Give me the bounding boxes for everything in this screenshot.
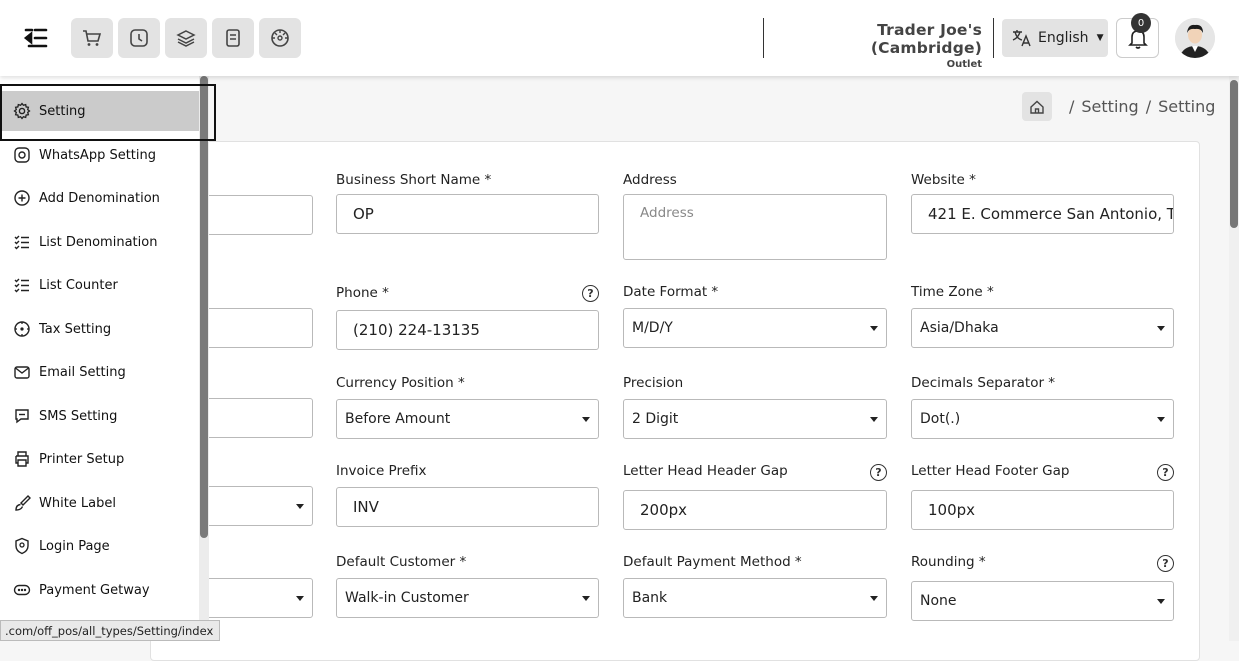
receipt-icon[interactable]	[212, 18, 254, 58]
plus-circle-icon	[14, 190, 30, 206]
menu-collapse-icon[interactable]	[23, 26, 49, 50]
whatsapp-icon	[14, 147, 30, 163]
sidebar-item-list-denomination[interactable]: List Denomination	[0, 222, 199, 262]
business-short-name-input[interactable]: OP	[336, 194, 599, 234]
printer-icon	[15, 451, 29, 467]
rounding-select[interactable]: None	[911, 581, 1174, 621]
layers-icon[interactable]	[165, 18, 207, 58]
header-gap-help-icon[interactable]: ?	[870, 464, 887, 481]
footer-gap-help-icon[interactable]: ?	[1157, 464, 1174, 481]
address-textarea[interactable]: Address	[623, 194, 887, 260]
sidebar-item-list-counter[interactable]: List Counter	[0, 265, 199, 305]
top-bar: Trader Joe's (Cambridge) Outlet English …	[0, 0, 1239, 76]
sidebar-item-label: Email Setting	[39, 364, 126, 380]
sidebar-item-login-page[interactable]: Login Page	[0, 526, 199, 566]
sidebar-item-label: Login Page	[39, 538, 110, 554]
caret-down-icon: ▼	[1096, 33, 1104, 43]
sidebar-item-payment-getway[interactable]: Payment Getway	[0, 570, 199, 610]
status-bar-url: .com/off_pos/all_types/Setting/index	[0, 620, 221, 641]
time-zone-select[interactable]: Asia/Dhaka	[911, 308, 1174, 348]
currency-position-label: Currency Position *	[336, 375, 465, 391]
sidebar-item-label: White Label	[39, 495, 117, 511]
sidebar-item-label: Tax Setting	[39, 321, 112, 337]
phone-input[interactable]: (210) 224-13135	[336, 310, 599, 350]
sidebar-item-tax-setting[interactable]: Tax Setting	[0, 309, 199, 349]
sidebar: Setting WhatsApp Setting Add Denominatio…	[0, 76, 216, 641]
breadcrumb-separator: /	[1145, 97, 1152, 116]
default-customer-select[interactable]: Walk-in Customer	[336, 578, 599, 618]
gear-icon	[13, 102, 31, 120]
page-scrollbar-thumb[interactable]	[1230, 80, 1238, 228]
shield-icon	[15, 537, 29, 555]
sidebar-item-label: Payment Getway	[39, 582, 150, 598]
language-label: English	[1038, 30, 1089, 46]
sidebar-item-printer-setup[interactable]: Printer Setup	[0, 439, 199, 479]
sidebar-item-label: Printer Setup	[39, 451, 125, 467]
invoice-prefix-input[interactable]: INV	[336, 487, 599, 527]
settings-form-card: Business Short Name * OP Address Address…	[150, 141, 1200, 661]
sidebar-item-label: WhatsApp Setting	[39, 147, 157, 163]
business-short-name-label: Business Short Name *	[336, 172, 492, 188]
decimals-separator-select[interactable]: Dot(.)	[911, 399, 1174, 439]
avatar[interactable]	[1175, 18, 1215, 58]
brush-icon	[15, 495, 31, 511]
precision-select[interactable]: 2 Digit	[623, 399, 887, 439]
home-icon[interactable]	[1022, 92, 1052, 121]
translate-icon	[1012, 30, 1031, 47]
sidebar-item-label: List Denomination	[39, 234, 158, 250]
sidebar-scrollbar-thumb[interactable]	[200, 76, 208, 538]
list-icon	[14, 278, 29, 293]
breadcrumb-item-setting[interactable]: Setting	[1081, 97, 1138, 116]
address-label: Address	[623, 172, 677, 188]
phone-label: Phone *	[336, 285, 389, 301]
default-customer-label: Default Customer *	[336, 554, 467, 570]
rounding-label: Rounding *	[911, 554, 986, 570]
tax-icon	[14, 321, 30, 337]
letter-head-footer-gap-label: Letter Head Footer Gap	[911, 463, 1070, 479]
outlet-info: Trader Joe's (Cambridge) Outlet	[763, 18, 994, 70]
notification-badge: 0	[1131, 13, 1151, 33]
sidebar-item-label: SMS Setting	[39, 408, 118, 424]
payment-icon	[13, 584, 31, 596]
sidebar-item-sms-setting[interactable]: SMS Setting	[0, 396, 199, 436]
letter-head-header-gap-input[interactable]: 200px	[623, 490, 887, 530]
breadcrumb-item-current: Setting	[1158, 97, 1216, 116]
outlet-label: Outlet	[946, 59, 982, 70]
letter-head-footer-gap-input[interactable]: 100px	[911, 490, 1174, 530]
sidebar-item-whatsapp-setting[interactable]: WhatsApp Setting	[0, 135, 199, 175]
dashboard-icon[interactable]	[259, 18, 301, 58]
sidebar-item-label: Add Denomination	[39, 190, 160, 206]
currency-position-select[interactable]: Before Amount	[336, 399, 599, 439]
rounding-help-icon[interactable]: ?	[1157, 555, 1174, 572]
letter-head-header-gap-label: Letter Head Header Gap	[623, 463, 788, 479]
precision-label: Precision	[623, 375, 684, 391]
breadcrumb-separator: /	[1069, 97, 1075, 116]
time-zone-label: Time Zone *	[911, 284, 994, 300]
language-select[interactable]: English ▼	[1002, 19, 1108, 57]
sidebar-item-add-denomination[interactable]: Add Denomination	[0, 178, 199, 218]
website-label: Website *	[911, 172, 976, 188]
default-payment-method-label: Default Payment Method *	[623, 554, 802, 570]
cart-icon[interactable]	[71, 18, 113, 58]
sidebar-item-setting[interactable]: Setting	[0, 91, 199, 131]
website-input[interactable]: 421 E. Commerce San Antonio, T...	[911, 194, 1174, 234]
decimals-separator-label: Decimals Separator *	[911, 375, 1056, 391]
sidebar-item-label: Setting	[39, 103, 86, 119]
list-icon	[14, 235, 29, 250]
sidebar-item-label: List Counter	[39, 277, 118, 293]
sidebar-item-email-setting[interactable]: Email Setting	[0, 352, 199, 392]
email-icon	[14, 366, 30, 379]
date-format-select[interactable]: M/D/Y	[623, 308, 887, 348]
date-format-label: Date Format *	[623, 284, 719, 300]
sms-icon	[15, 409, 29, 424]
clock-icon[interactable]	[118, 18, 160, 58]
invoice-prefix-label: Invoice Prefix	[336, 463, 427, 479]
phone-help-icon[interactable]: ?	[582, 285, 599, 302]
breadcrumb: / Setting / Setting	[1022, 92, 1215, 121]
sidebar-item-white-label[interactable]: White Label	[0, 483, 199, 523]
default-payment-method-select[interactable]: Bank	[623, 578, 887, 618]
outlet-name: Trader Joe's (Cambridge)	[870, 21, 982, 57]
